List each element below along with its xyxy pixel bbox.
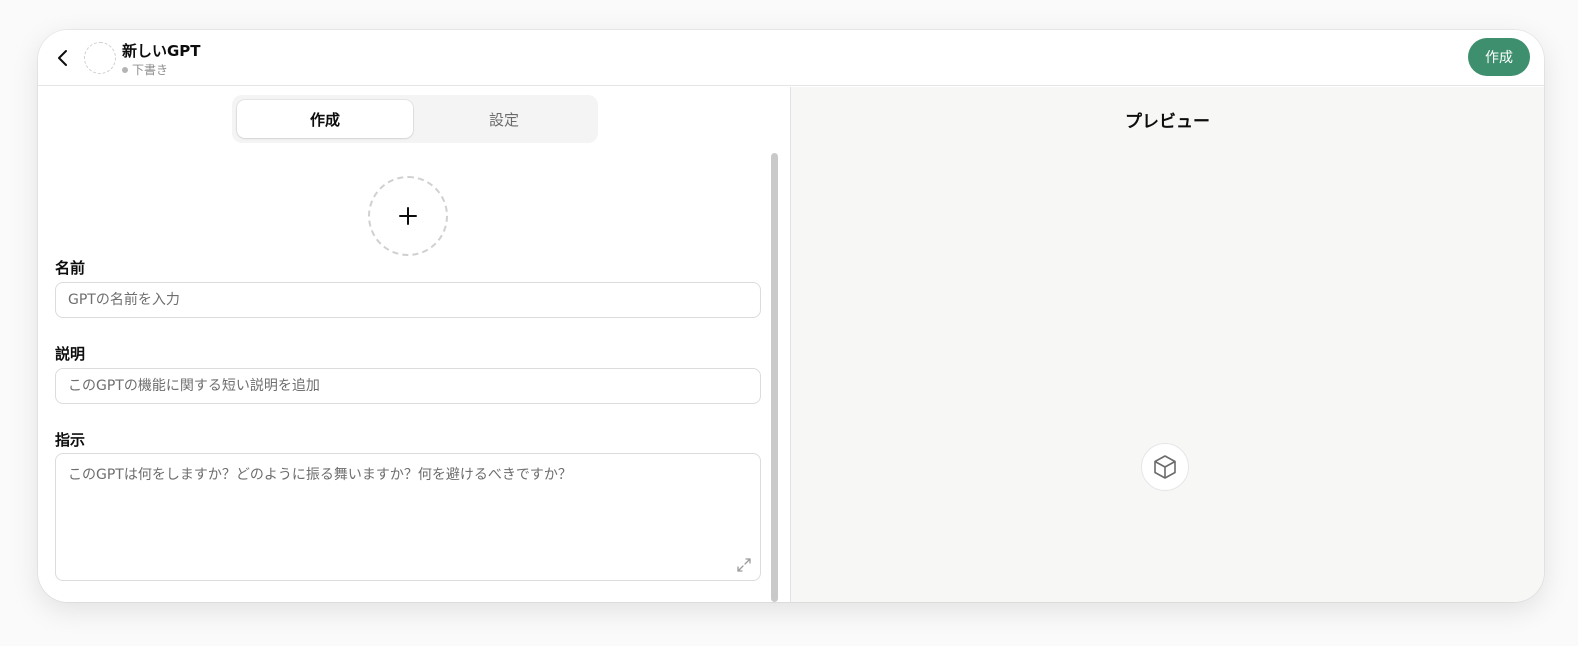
gpt-title: 新しいGPT — [122, 42, 201, 60]
preview-gpt-avatar — [1141, 443, 1189, 491]
cube-icon — [1154, 455, 1176, 479]
description-label: 説明 — [55, 345, 86, 363]
preview-title: プレビュー — [1125, 112, 1210, 132]
configure-panel: 作成 設定 名前 説明 指示 — [38, 87, 790, 602]
tab-create[interactable]: 作成 — [237, 100, 413, 138]
instructions-textarea[interactable] — [55, 453, 761, 581]
header: 新しいGPT 下書き 作成 — [38, 30, 1544, 86]
draft-status: 下書き — [122, 61, 168, 78]
gpt-avatar-placeholder — [84, 42, 116, 74]
scrollbar[interactable] — [768, 153, 780, 602]
draft-status-label: 下書き — [132, 63, 169, 77]
status-dot-icon — [122, 66, 128, 73]
preview-panel: プレビュー — [791, 87, 1544, 602]
chevron-left-icon — [58, 50, 67, 66]
name-input[interactable] — [55, 282, 761, 318]
gpt-image-upload[interactable] — [368, 176, 448, 256]
expand-icon[interactable] — [736, 557, 752, 573]
gpt-editor-window: 新しいGPT 下書き 作成 作成 設定 名前 説明 指示 プ — [38, 30, 1544, 602]
instructions-label: 指示 — [55, 431, 86, 449]
scrollbar-thumb[interactable] — [771, 153, 778, 602]
create-button[interactable]: 作成 — [1468, 38, 1530, 76]
back-button[interactable] — [52, 44, 74, 72]
mode-tabs: 作成 設定 — [232, 95, 598, 143]
name-label: 名前 — [55, 259, 86, 277]
description-input[interactable] — [55, 368, 761, 404]
tab-configure[interactable]: 設定 — [416, 100, 592, 138]
plus-icon — [399, 207, 417, 225]
